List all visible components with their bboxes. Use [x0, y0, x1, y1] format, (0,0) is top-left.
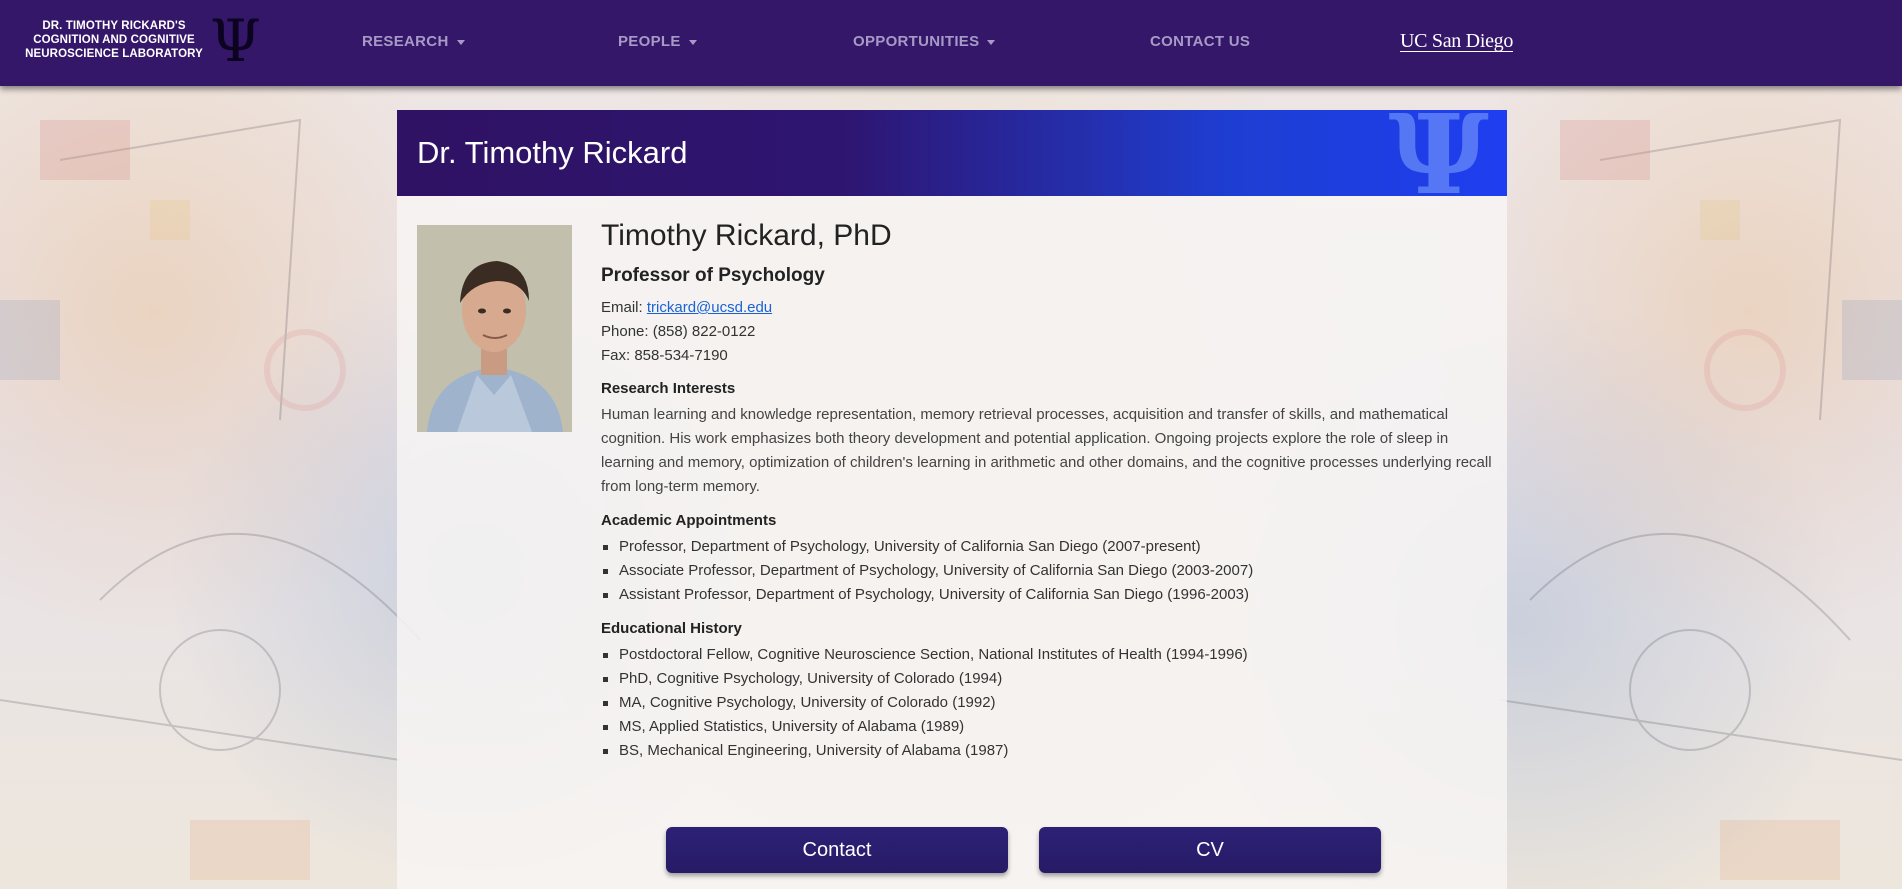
page-title: Dr. Timothy Rickard [417, 135, 688, 170]
page-banner: Dr. Timothy Rickard Ψ [397, 110, 1507, 196]
list-item: Postdoctoral Fellow, Cognitive Neuroscie… [601, 643, 1501, 667]
list-item: PhD, Cognitive Psychology, University of… [601, 667, 1501, 691]
appointments-list: Professor, Department of Psychology, Uni… [601, 535, 1501, 607]
caret-down-icon [456, 39, 465, 45]
nav-contact-label: CONTACT US [1150, 33, 1251, 50]
fax-line: Fax: 858-534-7190 [601, 347, 728, 364]
psi-icon[interactable]: Ψ [210, 8, 261, 74]
phone-line: Phone: (858) 822-0122 [601, 323, 756, 340]
nav-research[interactable]: RESEARCH [362, 33, 465, 50]
research-text: Human learning and knowledge representat… [601, 406, 1492, 495]
list-item: Assistant Professor, Department of Psych… [601, 583, 1501, 607]
nav-people-label: PEOPLE [618, 33, 681, 50]
profile-panel: Dr. Timothy Rickard Ψ Timothy Rickard, P… [397, 110, 1507, 889]
profile-title: Professor of Psychology [601, 265, 825, 286]
brand-line-2: COGNITION AND COGNITIVE [33, 34, 195, 46]
email-link[interactable]: trickard@ucsd.edu [647, 299, 772, 316]
caret-down-icon [688, 39, 697, 45]
profile-info: Timothy Rickard, PhD Professor of Psycho… [601, 218, 1501, 763]
email-label: Email: [601, 299, 643, 316]
education-heading: Educational History [601, 620, 742, 637]
nav-opportunities[interactable]: OPPORTUNITIES [853, 33, 996, 50]
brand-line-1: DR. TIMOTHY RICKARD'S [42, 20, 186, 32]
lab-brand[interactable]: DR. TIMOTHY RICKARD'S COGNITION AND COGN… [16, 19, 212, 61]
research-heading: Research Interests [601, 380, 736, 397]
profile-photo [417, 225, 572, 432]
education-list: Postdoctoral Fellow, Cognitive Neuroscie… [601, 643, 1501, 763]
list-item: Professor, Department of Psychology, Uni… [601, 535, 1501, 559]
cv-button[interactable]: CV [1039, 827, 1381, 873]
nav-people[interactable]: PEOPLE [618, 33, 697, 50]
nav-contact-us[interactable]: CONTACT US [1150, 33, 1250, 50]
contact-button[interactable]: Contact [666, 827, 1008, 873]
top-navbar: DR. TIMOTHY RICKARD'S COGNITION AND COGN… [0, 0, 1902, 86]
appointments-heading: Academic Appointments [601, 512, 777, 529]
psi-watermark-icon: Ψ [1388, 110, 1489, 196]
profile-name: Timothy Rickard, PhD [601, 219, 892, 252]
list-item: Associate Professor, Department of Psych… [601, 559, 1501, 583]
nav-opportunities-label: OPPORTUNITIES [853, 33, 980, 50]
list-item: MA, Cognitive Psychology, University of … [601, 691, 1501, 715]
ucsd-logo-link[interactable]: UC San Diego [1400, 31, 1513, 52]
list-item: BS, Mechanical Engineering, University o… [601, 739, 1501, 763]
brand-line-3: NEUROSCIENCE LABORATORY [25, 48, 203, 60]
nav-research-label: RESEARCH [362, 33, 449, 50]
caret-down-icon [987, 39, 996, 45]
list-item: MS, Applied Statistics, University of Al… [601, 715, 1501, 739]
email-line: Email: trickard@ucsd.edu [601, 296, 1501, 320]
